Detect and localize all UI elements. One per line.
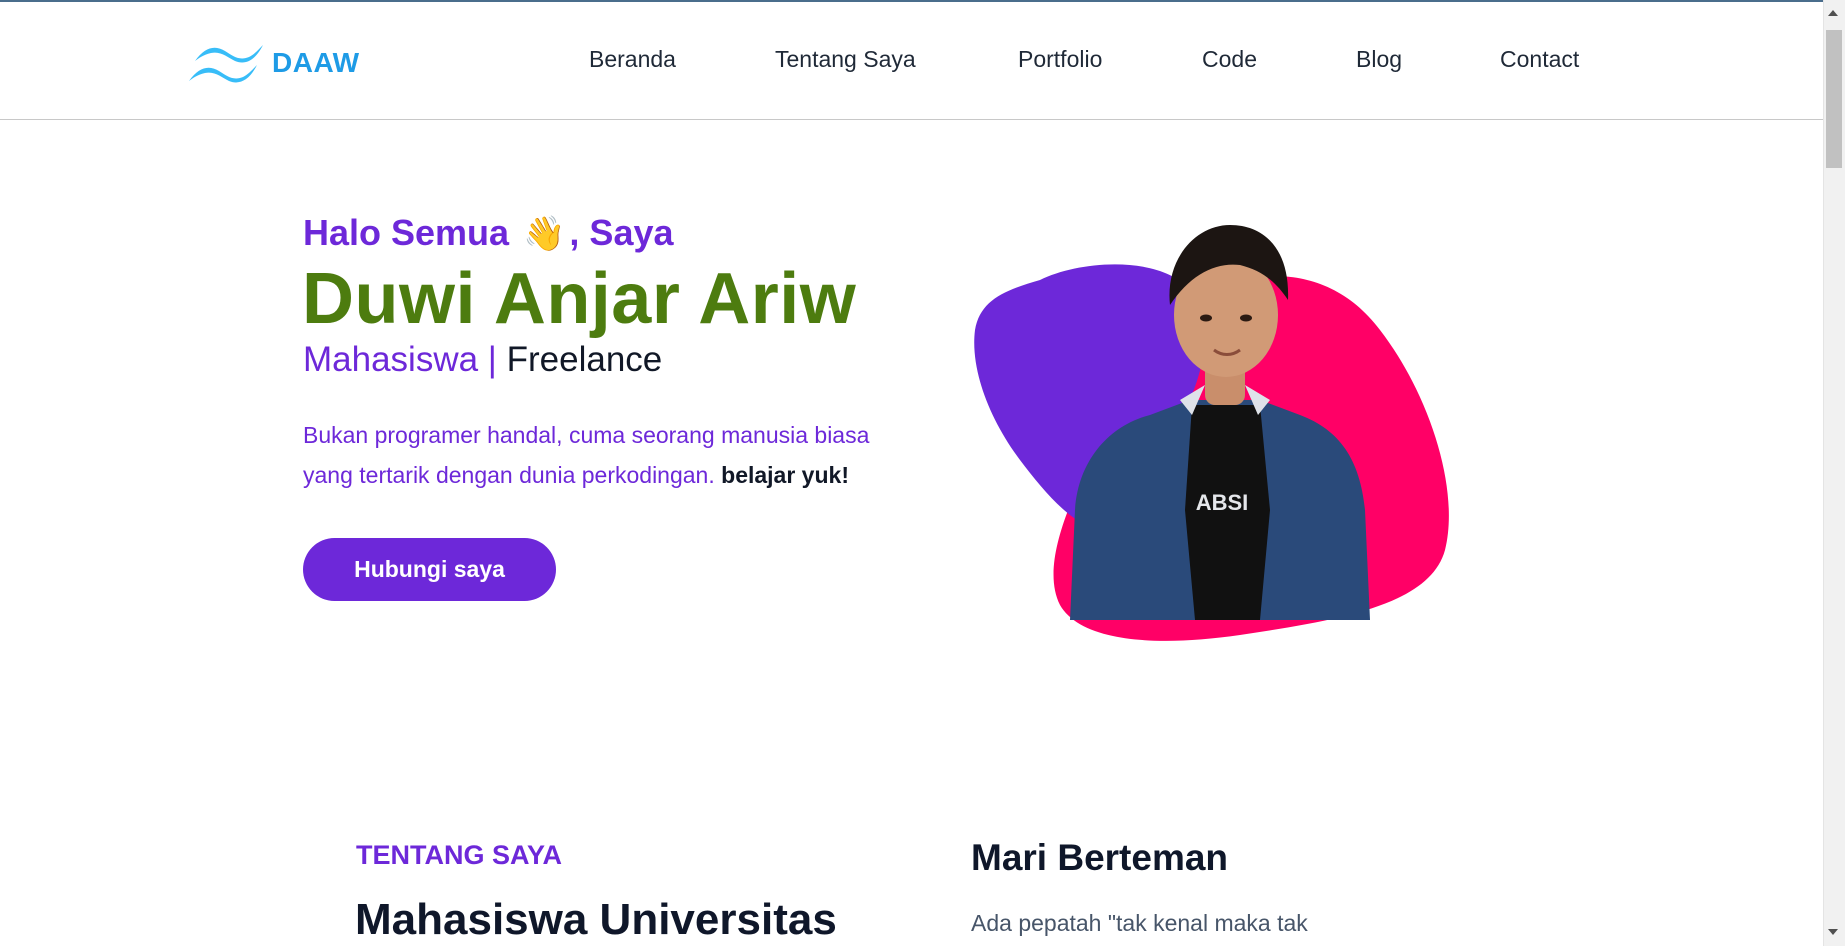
contact-me-button[interactable]: Hubungi saya bbox=[303, 538, 556, 601]
navbar: DAAW Beranda Tentang Saya Portfolio Code… bbox=[0, 2, 1823, 120]
svg-text:ABSI: ABSI bbox=[1196, 490, 1249, 515]
desc-line-1: Bukan programer handal, cuma seorang man… bbox=[303, 422, 870, 448]
desc-line-2: yang tertarik dengan dunia perkodingan. bbox=[303, 462, 715, 488]
desc-bold: belajar yuk! bbox=[721, 462, 849, 488]
hero-role: Mahasiswa | Freelance bbox=[303, 340, 662, 380]
nav-item-contact[interactable]: Contact bbox=[1500, 46, 1579, 73]
page: DAAW Beranda Tentang Saya Portfolio Code… bbox=[0, 0, 1845, 946]
nav-item-code[interactable]: Code bbox=[1202, 46, 1257, 73]
scroll-up-arrow-icon[interactable] bbox=[1828, 10, 1838, 16]
role-freelance: Freelance bbox=[506, 340, 663, 379]
main-nav: Beranda Tentang Saya Portfolio Code Blog… bbox=[0, 46, 1823, 76]
hero-greeting: Halo Semua 👋, Saya bbox=[303, 212, 674, 254]
scroll-thumb[interactable] bbox=[1826, 30, 1842, 168]
role-student: Mahasiswa | bbox=[303, 340, 497, 379]
nav-item-blog[interactable]: Blog bbox=[1356, 46, 1402, 73]
profile-photo-blob: ABSI bbox=[974, 225, 1449, 641]
greeting-text: Halo Semua bbox=[303, 212, 510, 253]
hero-description: Bukan programer handal, cuma seorang man… bbox=[303, 415, 923, 495]
waving-hand-icon: 👋 bbox=[523, 215, 566, 253]
hero-name: Duwi Anjar Ariw bbox=[302, 259, 857, 339]
nav-item-beranda[interactable]: Beranda bbox=[589, 46, 676, 73]
greeting-suffix: , Saya bbox=[569, 212, 674, 253]
friend-title: Mari Berteman bbox=[971, 837, 1229, 878]
about-tag: TENTANG SAYA bbox=[356, 840, 563, 870]
friend-text: Ada pepatah "tak kenal maka tak bbox=[971, 910, 1308, 936]
nav-item-tentang-saya[interactable]: Tentang Saya bbox=[775, 46, 916, 73]
nav-item-portfolio[interactable]: Portfolio bbox=[1018, 46, 1102, 73]
about-title: Mahasiswa Universitas bbox=[355, 895, 837, 944]
scroll-down-arrow-icon[interactable] bbox=[1828, 929, 1838, 935]
